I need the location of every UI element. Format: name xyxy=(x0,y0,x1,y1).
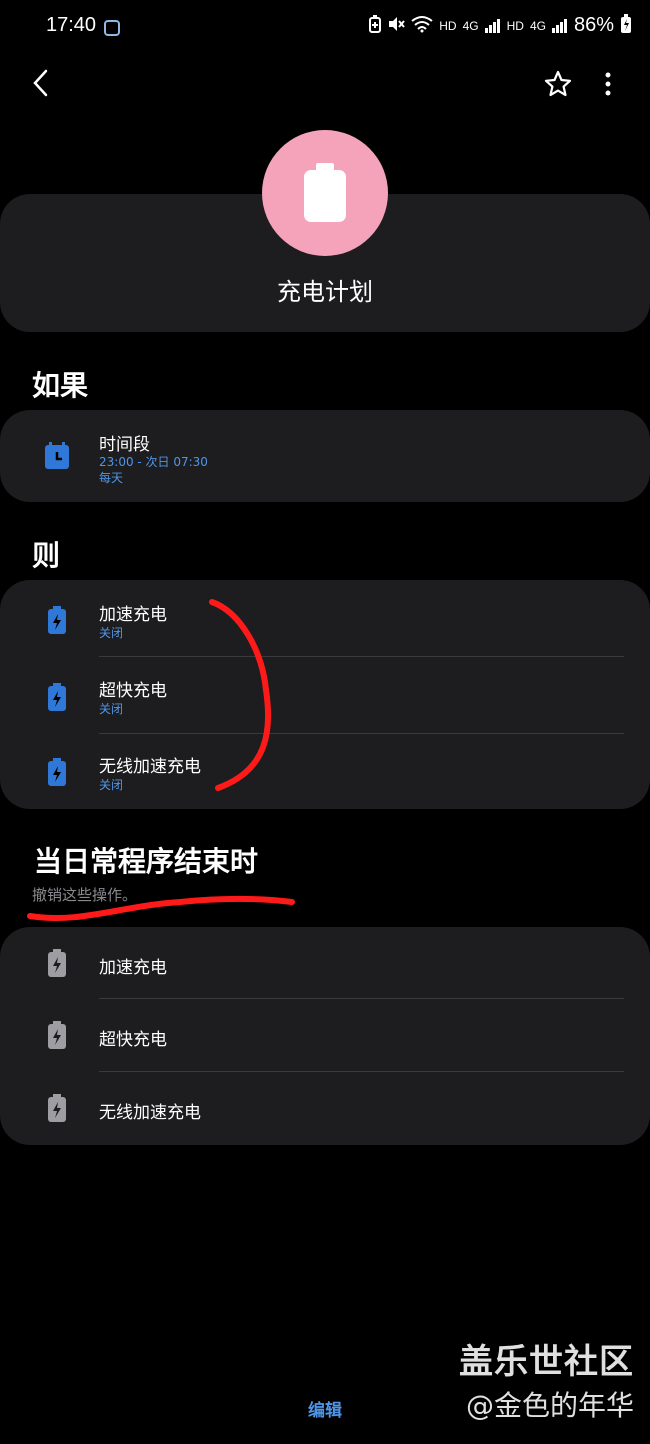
watermark-author: @金色的年华 xyxy=(465,1389,634,1422)
watermark-community: 盖乐世社区 xyxy=(459,1342,634,1382)
red-annotation-marks xyxy=(27,599,295,921)
